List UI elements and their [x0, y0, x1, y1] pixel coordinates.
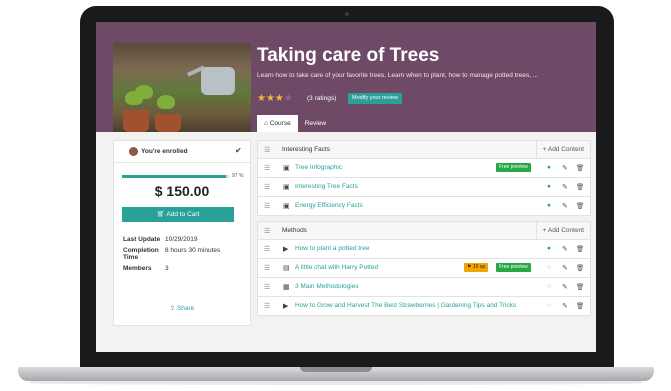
- incomplete-circle-icon: ○: [547, 264, 551, 271]
- course-sidebar: You're enrolled ✔ 97 % $ 150.00 🛒︎ Add t…: [113, 140, 251, 326]
- rating-stars: ★★★★: [257, 93, 293, 104]
- section-header: ☰ Interesting Facts + Add Content: [257, 140, 591, 159]
- trash-icon[interactable]: 🗑︎: [576, 164, 584, 172]
- check-icon: ✔: [235, 146, 242, 155]
- lesson-title[interactable]: Tree Infographic: [295, 164, 342, 171]
- trash-icon[interactable]: 🗑︎: [576, 245, 584, 253]
- enrolled-label: You're enrolled: [141, 148, 188, 155]
- presentation-icon: ▦: [283, 284, 290, 291]
- tab-course[interactable]: ⌂ Course: [257, 115, 298, 132]
- lesson-title[interactable]: How to plant a potted tree: [295, 245, 369, 252]
- course-cover-image: [113, 43, 251, 132]
- progress-bar: [122, 175, 229, 178]
- list-item[interactable]: ☰ ▤ A little chat with Harry Potted ⚑ 10…: [257, 259, 591, 278]
- modify-review-button[interactable]: Modify your review: [348, 93, 402, 104]
- laptop-shadow: [30, 381, 642, 385]
- cart-icon: 🛒︎: [156, 211, 167, 218]
- progress-percent: 97 %: [232, 173, 244, 179]
- add-content-button[interactable]: + Add Content: [535, 222, 590, 239]
- edit-icon[interactable]: ✎: [562, 302, 568, 310]
- course-price: $ 150.00: [154, 183, 210, 199]
- info-row-completion-time: Completion Time 8 hours 30 minutes: [123, 247, 221, 261]
- section-title: Interesting Facts: [282, 146, 331, 153]
- drag-handle-icon[interactable]: ☰: [264, 283, 270, 291]
- drag-handle-icon[interactable]: ☰: [264, 164, 270, 172]
- lesson-title[interactable]: Energy Efficiency Facts: [295, 202, 363, 209]
- document-icon: ▤: [283, 265, 290, 272]
- screen: Taking care of Trees Learn how to take c…: [96, 22, 596, 352]
- incomplete-circle-icon: ○: [547, 302, 551, 309]
- course-content: ☰ Interesting Facts + Add Content ☰ ▣ Tr…: [257, 140, 591, 316]
- list-item[interactable]: ☰ ▣ Tree Infographic Free preview ● ✎ 🗑︎: [257, 159, 591, 178]
- drag-handle-icon[interactable]: ☰: [264, 302, 270, 310]
- list-item[interactable]: ☰ ▦ 3 Main Methodologies ○ ✎ 🗑︎: [257, 278, 591, 297]
- video-icon: ▶: [283, 303, 289, 310]
- video-icon: ▶: [283, 246, 289, 253]
- info-row-members: Members 3: [123, 265, 169, 272]
- drag-handle-icon[interactable]: ☰: [264, 245, 270, 253]
- course-info-table: Last Update 10/29/2019 Completion Time 8…: [123, 236, 243, 276]
- list-item[interactable]: ☰ ▣ Energy Efficiency Facts ● ✎ 🗑︎: [257, 197, 591, 216]
- lesson-title[interactable]: How to Grow and Harvest The Best Strawbe…: [295, 302, 516, 309]
- share-link[interactable]: ⇪ Share: [114, 304, 250, 312]
- star-empty-icon: ★: [283, 93, 293, 104]
- drag-handle-icon[interactable]: ☰: [264, 227, 270, 235]
- enrolled-status: You're enrolled ✔: [114, 141, 250, 163]
- list-item[interactable]: ☰ ▶ How to Grow and Harvest The Best Str…: [257, 297, 591, 316]
- edit-icon[interactable]: ✎: [562, 202, 568, 210]
- xp-badge: ⚑ 10 xp: [464, 263, 489, 272]
- completed-check-icon: ●: [547, 164, 551, 171]
- avatar: [129, 147, 138, 156]
- progress-fill: [122, 175, 226, 178]
- tab-review[interactable]: Review: [298, 115, 333, 132]
- drag-handle-icon[interactable]: ☰: [264, 202, 270, 210]
- course-title: Taking care of Trees: [257, 45, 440, 66]
- lesson-title[interactable]: A little chat with Harry Potted: [295, 264, 378, 271]
- trash-icon[interactable]: 🗑︎: [576, 302, 584, 310]
- trash-icon[interactable]: 🗑︎: [576, 202, 584, 210]
- camera-dot: [345, 12, 349, 16]
- drag-handle-icon[interactable]: ☰: [264, 183, 270, 191]
- list-item[interactable]: ☰ ▶ How to plant a potted tree ● ✎ 🗑︎: [257, 240, 591, 259]
- add-content-button[interactable]: + Add Content: [535, 141, 590, 158]
- info-row-last-update: Last Update 10/29/2019: [123, 236, 198, 243]
- list-item[interactable]: ☰ ▣ Interesting Tree Facts ● ✎ 🗑︎: [257, 178, 591, 197]
- course-header: Taking care of Trees Learn how to take c…: [96, 22, 596, 132]
- infographic-icon: ▣: [283, 165, 290, 172]
- section-header: ☰ Methods + Add Content: [257, 221, 591, 240]
- lesson-title[interactable]: 3 Main Methodologies: [295, 283, 359, 290]
- trash-icon[interactable]: 🗑︎: [576, 264, 584, 272]
- free-preview-badge: Free preview: [496, 263, 531, 272]
- infographic-icon: ▣: [283, 184, 290, 191]
- lesson-title[interactable]: Interesting Tree Facts: [295, 183, 358, 190]
- edit-icon[interactable]: ✎: [562, 245, 568, 253]
- add-to-cart-button[interactable]: 🛒︎ Add to Cart: [122, 207, 234, 222]
- share-icon: ⇪: [169, 305, 177, 312]
- drag-handle-icon[interactable]: ☰: [264, 146, 270, 154]
- free-preview-badge: Free preview: [496, 163, 531, 172]
- edit-icon[interactable]: ✎: [562, 183, 568, 191]
- infographic-icon: ▣: [283, 203, 290, 210]
- star-filled-icon: ★★★: [257, 93, 284, 104]
- edit-icon[interactable]: ✎: [562, 164, 568, 172]
- trash-icon[interactable]: 🗑︎: [576, 183, 584, 191]
- course-description: Learn how to take care of your favorite …: [257, 72, 539, 79]
- section-title: Methods: [282, 227, 307, 234]
- course-tabs: ⌂ Course Review: [257, 115, 333, 132]
- incomplete-circle-icon: ○: [547, 283, 551, 290]
- completed-check-icon: ●: [547, 202, 551, 209]
- ratings-count: (3 ratings): [307, 95, 337, 102]
- trash-icon[interactable]: 🗑︎: [576, 283, 584, 291]
- laptop-notch: [300, 367, 372, 372]
- edit-icon[interactable]: ✎: [562, 283, 568, 291]
- completed-check-icon: ●: [547, 245, 551, 252]
- edit-icon[interactable]: ✎: [562, 264, 568, 272]
- completed-check-icon: ●: [547, 183, 551, 190]
- drag-handle-icon[interactable]: ☰: [264, 264, 270, 272]
